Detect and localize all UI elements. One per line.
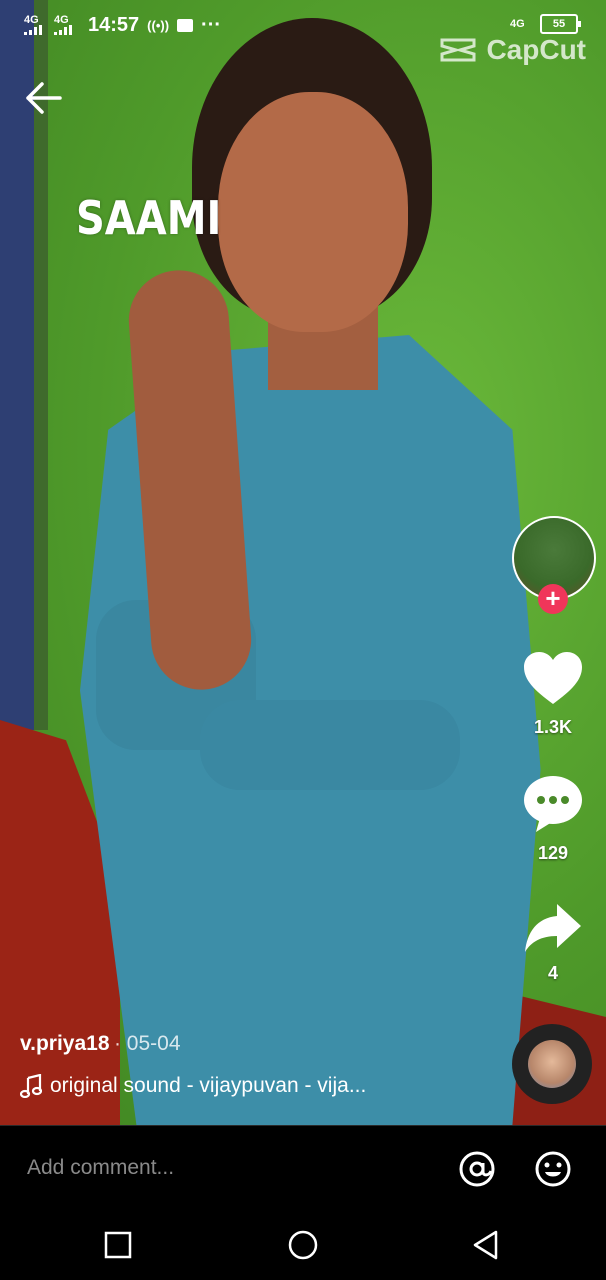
- share-count: 4: [547, 963, 558, 983]
- battery-icon: 55: [540, 14, 581, 34]
- comment-input[interactable]: Add comment...: [27, 1156, 174, 1180]
- capcut-brand: CapCut: [486, 34, 586, 65]
- system-navigation-bar: [0, 1210, 606, 1280]
- music-disc-cover: [528, 1040, 576, 1088]
- post-date: · 05-04: [113, 1032, 181, 1055]
- share-button[interactable]: 4: [516, 902, 590, 984]
- capcut-watermark: CapCut: [438, 34, 586, 66]
- comment-count: 129: [537, 843, 569, 863]
- chat-bubble-icon[interactable]: [522, 774, 584, 834]
- recents-square-icon[interactable]: [102, 1229, 134, 1261]
- follow-button[interactable]: +: [538, 584, 568, 614]
- comment-button[interactable]: 129: [516, 774, 590, 864]
- back-triangle-icon[interactable]: [470, 1229, 502, 1261]
- clock: 14:57: [88, 14, 140, 36]
- share-arrow-icon[interactable]: [523, 902, 583, 954]
- comment-bar: Add comment...: [0, 1125, 606, 1211]
- at-icon[interactable]: [458, 1150, 496, 1188]
- more-notifications-icon: ···: [201, 14, 222, 36]
- sound-link[interactable]: original sound - vijaypuvan - vija...: [20, 1074, 366, 1098]
- mail-icon: [177, 19, 194, 32]
- creator-avatar[interactable]: +: [512, 516, 596, 614]
- signal-icon: 4G: [24, 14, 46, 37]
- sound-title: original sound - vijaypuvan - vija...: [50, 1074, 367, 1097]
- username[interactable]: v.priya18: [20, 1032, 110, 1055]
- video-overlay-text: SAAMI: [76, 192, 222, 246]
- heart-icon[interactable]: [522, 650, 584, 708]
- like-count: 1.3K: [533, 717, 573, 737]
- home-circle-icon[interactable]: [287, 1229, 319, 1261]
- emoji-icon[interactable]: [534, 1150, 572, 1188]
- post-info: v.priya18 · 05-04: [20, 1032, 181, 1056]
- signal-icon-2: 4G: [54, 14, 76, 37]
- like-button[interactable]: 1.3K: [516, 650, 590, 738]
- music-disc[interactable]: [512, 1024, 592, 1104]
- network-type-icon: 4G: [510, 18, 525, 30]
- hotspot-icon: ((•)): [147, 18, 170, 33]
- music-note-icon: [20, 1074, 42, 1098]
- back-arrow-icon[interactable]: [24, 80, 64, 116]
- capcut-logo-icon: [440, 38, 476, 62]
